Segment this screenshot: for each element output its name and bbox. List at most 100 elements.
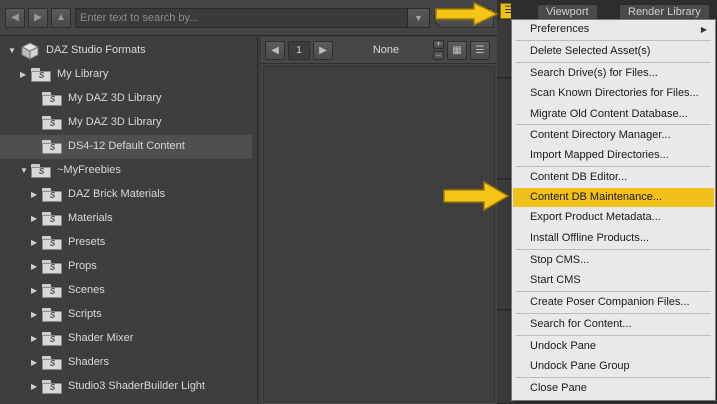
expanded-arrow-icon[interactable]: ▼ <box>8 46 16 56</box>
package-icon <box>21 42 39 60</box>
pane-options-menu: Preferences ▶ Delete Selected Asset(s) Sear… <box>511 19 716 401</box>
menu-separator <box>516 124 711 125</box>
side-tab-2[interactable] <box>497 79 511 179</box>
collapsed-arrow-icon[interactable]: ▶ <box>20 70 28 80</box>
tree-item[interactable]: ▶ S Studio3 ShaderBuilder Light <box>0 375 252 399</box>
menu-item[interactable]: Search for Content... <box>513 315 714 334</box>
collapsed-arrow-icon[interactable]: ▶ <box>31 358 39 368</box>
collapsed-arrow-icon[interactable]: ▶ <box>31 262 39 272</box>
menu-item[interactable]: Export Product Metadata... <box>513 208 714 227</box>
prev-page-button[interactable]: ◀ <box>265 41 285 60</box>
menu-separator <box>516 313 711 314</box>
collapsed-arrow-icon[interactable]: ▶ <box>31 382 39 392</box>
menu-item-label: Migrate Old Content Database... <box>530 108 688 120</box>
asset-view-area[interactable] <box>263 66 495 402</box>
menu-item-label: Undock Pane <box>530 340 597 352</box>
tree-item[interactable]: ▶ S Scenes <box>0 279 252 303</box>
folder-icon: S <box>42 92 62 106</box>
collapsed-arrow-icon[interactable]: ▶ <box>31 286 39 296</box>
tab-render-library[interactable]: Render Library <box>619 4 710 20</box>
menu-item[interactable]: Undock Pane Group <box>513 357 714 376</box>
tree-item-label: Studio3 ShaderBuilder Light <box>68 380 205 392</box>
menu-item[interactable]: Content DB Maintenance... <box>513 188 714 207</box>
menu-item[interactable]: Start CMS <box>513 271 714 290</box>
menu-item-label: Content DB Editor... <box>530 171 628 183</box>
menu-item[interactable]: Undock Pane <box>513 337 714 356</box>
menu-item[interactable]: Install Offline Products... <box>513 229 714 248</box>
tree-item-label: Scenes <box>68 284 105 296</box>
tree-item[interactable]: ▶ S Props <box>0 255 252 279</box>
expanded-arrow-icon[interactable]: ▼ <box>20 166 28 176</box>
asset-view-toolbar: ◀ 1 ▶ None + – ▦ ☰ <box>261 37 497 64</box>
page-number-field[interactable]: 1 <box>288 41 310 60</box>
menu-item[interactable]: Stop CMS... <box>513 251 714 270</box>
folder-icon: S <box>42 332 62 346</box>
collapsed-arrow-icon[interactable]: ▶ <box>31 214 39 224</box>
arrow-annotation-icon <box>443 180 510 212</box>
tree-item[interactable]: ▼ S ~MyFreebies <box>0 159 252 183</box>
tree-item[interactable]: ▶ S Shaders <box>0 351 252 375</box>
search-box: ▼ <box>75 8 430 28</box>
folder-icon: S <box>42 116 62 130</box>
tree-item-label: Shader Mixer <box>68 332 134 344</box>
asset-view-pane: ◀ 1 ▶ None + – ▦ ☰ <box>261 37 497 404</box>
menu-item[interactable]: Search Drive(s) for Files... <box>513 64 714 83</box>
folder-icon: S <box>31 68 51 82</box>
collapsed-arrow-icon[interactable]: ▶ <box>31 190 39 200</box>
icon-view-button[interactable]: ▦ <box>447 41 467 60</box>
folder-icon: S <box>42 380 62 394</box>
arrow-annotation-icon <box>435 1 499 27</box>
folder-icon: S <box>31 164 51 178</box>
folder-icon: S <box>42 236 62 250</box>
menu-item-label: Scan Known Directories for Files... <box>530 87 699 99</box>
menu-item[interactable]: Content Directory Manager... <box>513 126 714 145</box>
up-button[interactable]: ▲ <box>51 8 71 28</box>
tab-viewport[interactable]: Viewport <box>537 4 598 20</box>
tree-item[interactable]: ▶ S Presets <box>0 231 252 255</box>
tree-item[interactable]: S My DAZ 3D Library <box>0 87 252 111</box>
menu-item-label: Content DB Maintenance... <box>530 191 663 203</box>
tree-item[interactable]: ▶ S Scripts <box>0 303 252 327</box>
menu-item-label: Undock Pane Group <box>530 360 630 372</box>
tree-item[interactable]: ▶ S DAZ Brick Materials <box>0 183 252 207</box>
back-button[interactable]: ◀ <box>5 8 25 28</box>
search-input[interactable] <box>76 9 406 27</box>
menu-item-label: Start CMS <box>530 274 581 286</box>
menu-item[interactable]: Close Pane <box>513 379 714 398</box>
collapsed-arrow-icon[interactable]: ▶ <box>31 310 39 320</box>
menu-item[interactable]: Preferences ▶ <box>513 20 714 39</box>
tree-item[interactable]: ▼ DAZ Studio Formats <box>0 39 252 63</box>
menu-separator <box>516 166 711 167</box>
list-view-button[interactable]: ☰ <box>470 41 490 60</box>
tree-item-label: Presets <box>68 236 106 248</box>
menu-item[interactable]: Import Mapped Directories... <box>513 146 714 165</box>
menu-item[interactable]: Content DB Editor... <box>513 168 714 187</box>
zoom-out-button[interactable]: – <box>433 51 444 60</box>
content-toolbar: ◀ ▶ ▲ ▼ <box>0 0 500 36</box>
tree-item[interactable]: ▶ S My Library <box>0 63 252 87</box>
side-tab-1[interactable] <box>497 20 511 78</box>
tree-item[interactable]: ▶ S Shader Mixer <box>0 327 252 351</box>
forward-button[interactable]: ▶ <box>28 8 48 28</box>
filter-label: None <box>372 44 400 56</box>
tree-item[interactable]: S My DAZ 3D Library <box>0 111 252 135</box>
menu-item[interactable]: Migrate Old Content Database... <box>513 105 714 124</box>
menu-item-label: Search Drive(s) for Files... <box>530 67 658 79</box>
search-dropdown-button[interactable]: ▼ <box>407 9 429 27</box>
menu-item-label: Import Mapped Directories... <box>530 149 669 161</box>
collapsed-arrow-icon[interactable]: ▶ <box>31 334 39 344</box>
menu-separator <box>516 335 711 336</box>
tree-item-label: Scripts <box>68 308 102 320</box>
zoom-in-button[interactable]: + <box>433 40 444 49</box>
menu-item[interactable]: Create Poser Companion Files... <box>513 293 714 312</box>
tree-item[interactable]: ▶ S Materials <box>0 207 252 231</box>
tree-item[interactable]: S DS4-12 Default Content <box>0 135 252 159</box>
next-page-button[interactable]: ▶ <box>313 41 333 60</box>
collapsed-arrow-icon[interactable]: ▶ <box>31 238 39 248</box>
side-tab-4[interactable] <box>497 311 511 404</box>
menu-item-label: Delete Selected Asset(s) <box>530 45 651 57</box>
content-tree: ▼ DAZ Studio Formats ▶ S My Library S My DAZ 3… <box>0 37 258 404</box>
menu-item[interactable]: Scan Known Directories for Files... <box>513 84 714 103</box>
menu-item[interactable]: Delete Selected Asset(s) <box>513 42 714 61</box>
folder-icon: S <box>42 140 62 154</box>
